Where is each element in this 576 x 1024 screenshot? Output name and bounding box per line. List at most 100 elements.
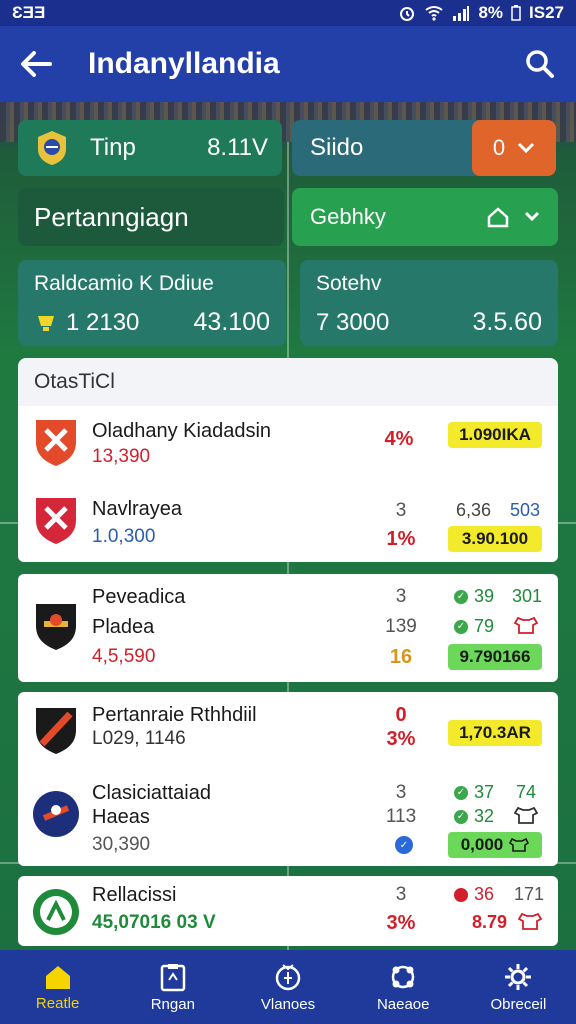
- odds-badge[interactable]: 9.790166: [448, 644, 542, 670]
- stat-right-value: 171: [514, 884, 545, 904]
- percent-value: 4%: [384, 428, 414, 450]
- percent-value: 3%: [386, 728, 416, 750]
- matches-label: Pertanngiagn: [34, 201, 189, 232]
- match-count: 113: [385, 806, 417, 827]
- stat-left-title: Raldcamio K Ddiue: [34, 272, 214, 295]
- page-title: Indanyllandia: [88, 47, 280, 80]
- team-crest-icon: [33, 791, 79, 837]
- jersey-icon: [514, 616, 538, 634]
- nav-medal[interactable]: Vlanoes: [230, 950, 345, 1024]
- home-icon: [45, 965, 70, 989]
- nav-label: Obreceil: [490, 995, 547, 1013]
- status-pill-value: 0: [492, 135, 506, 160]
- matches-card[interactable]: Pertanngiagn: [18, 188, 284, 246]
- list-item[interactable]: Clasiciattaiad Haeas 30,390 3 113 ✓ ✓ 37…: [18, 776, 558, 866]
- jersey-icon: [518, 912, 542, 930]
- list-item[interactable]: Peveadica Pladea 4,5,590 3 139 16 ✓ 39 3…: [18, 574, 558, 682]
- status-card[interactable]: Siido 0: [292, 120, 556, 176]
- match-count: 3: [395, 884, 407, 905]
- nav-label: Vlanoes: [260, 995, 316, 1013]
- check-dot-icon: ✓: [454, 785, 468, 800]
- team-value: L029, 1146: [92, 728, 186, 749]
- odds-value: 0,000: [460, 835, 504, 854]
- stat-green: ✓ 37: [454, 782, 494, 803]
- match-count: 139: [385, 616, 417, 637]
- odds-badge[interactable]: 0,000: [448, 832, 542, 858]
- odds-badge[interactable]: 3.90.100: [448, 526, 542, 552]
- jersey-icon: [514, 806, 538, 824]
- match-panel: Rellacissi 45,07016 03 V 3 3% 36 171 8.7…: [18, 876, 558, 946]
- list-item[interactable]: Rellacissi 45,07016 03 V 3 3% 36 171 8.7…: [18, 876, 558, 946]
- list-item[interactable]: Pertanraie Rthhdiil L029, 1146 0 3% 1,70…: [18, 692, 558, 776]
- status-right: 8% ƖS27: [398, 3, 564, 23]
- team-name-secondary: Haeas: [92, 806, 150, 828]
- tip-card[interactable]: Tinp 8.11V: [18, 120, 282, 176]
- team-name: Oladhany Kiadadsin: [92, 420, 272, 442]
- match-count: 0: [395, 704, 407, 726]
- team-value: 45,07016 03 V: [92, 912, 216, 933]
- team-crest-icon: [36, 604, 76, 650]
- stat-green-value: 37: [474, 782, 495, 802]
- status-left-text: ƐƎƎ: [12, 3, 46, 22]
- jersey-icon: [509, 838, 530, 852]
- bottom-navigation: Reatle Rngan Vlanoes Naeaoe Obreceil: [0, 950, 576, 1024]
- back-button[interactable]: [16, 44, 56, 84]
- dot-icon: [454, 887, 468, 902]
- team-value: 30,390: [92, 834, 151, 855]
- nav-label: Naeaoe: [376, 995, 430, 1013]
- search-icon: [526, 50, 554, 78]
- nav-settings[interactable]: Obreceil: [461, 950, 576, 1024]
- list-header: OtasTiCl: [18, 358, 558, 406]
- filter-dropdown[interactable]: Gebhky: [292, 188, 558, 246]
- extra-value: 6,36: [456, 500, 492, 520]
- stat-red-value: 8.79: [472, 912, 508, 932]
- team-name: Clasiciattaiad: [92, 782, 211, 804]
- team-value: 1.0,300: [92, 526, 156, 547]
- team-name-secondary: Pladea: [92, 616, 155, 638]
- team-crest-icon: [33, 889, 79, 935]
- battery-icon: [511, 5, 521, 21]
- wifi-icon: [424, 5, 444, 21]
- nav-ticket[interactable]: Rngan: [115, 950, 230, 1024]
- list-item[interactable]: Oladhany Kiadadsin 13,390 4% 1.090IKA: [18, 406, 558, 484]
- app-bar: Indanyllandia: [0, 26, 576, 102]
- odds-badge[interactable]: 1.090IKA: [448, 422, 542, 448]
- nav-label: Rngan: [150, 995, 195, 1013]
- tip-label: Tinp: [90, 134, 136, 161]
- stat-green: ✓ 32: [454, 806, 494, 827]
- nav-label: Reatle: [35, 994, 80, 1012]
- alarm-icon: [398, 4, 416, 22]
- group-icon: [391, 965, 415, 988]
- signal-icon: [452, 5, 470, 21]
- team-name: Rellacissi: [92, 884, 177, 906]
- battery-percent: 8%: [478, 3, 504, 22]
- percent-value: 1%: [386, 528, 416, 550]
- odds-badge[interactable]: 1,70.3AR: [448, 720, 542, 746]
- clock: ƖS27: [529, 3, 564, 22]
- stat-left-value-a: 1 2130: [66, 308, 140, 336]
- check-dot-icon: ✓: [454, 809, 468, 824]
- team-crest-icon: [36, 420, 76, 466]
- match-panel: Peveadica Pladea 4,5,590 3 139 16 ✓ 39 3…: [18, 574, 558, 682]
- stat-green-value: 39: [474, 586, 495, 606]
- stat-green-right: 301: [512, 586, 543, 606]
- list-item[interactable]: Navlrayea 1.0,300 3 1% 6,36 503 3.90.100: [18, 484, 558, 562]
- stat-right-title: Sotehv: [316, 272, 382, 295]
- match-panel: Pertanraie Rthhdiil L029, 1146 0 3% 1,70…: [18, 692, 558, 866]
- extra-value: 503: [510, 500, 541, 520]
- search-button[interactable]: [520, 44, 560, 84]
- stat-card-right: Sotehv 7 3000 3.5.60: [300, 260, 558, 346]
- stat-right-value-b: 3.5.60: [472, 308, 542, 336]
- match-count: 3: [395, 586, 407, 607]
- team-crest-icon: [36, 708, 76, 754]
- nav-home[interactable]: Reatle: [0, 950, 115, 1024]
- status-pill[interactable]: 0: [472, 120, 556, 176]
- stat-right-value-a: 7 3000: [316, 308, 390, 336]
- match-count: 3: [395, 500, 407, 521]
- stat-green: ✓ 79: [454, 616, 494, 637]
- settings-icon: [505, 963, 532, 990]
- nav-group[interactable]: Naeaoe: [346, 950, 461, 1024]
- match-count: 3: [395, 782, 407, 803]
- check-dot-icon: ✓: [454, 619, 468, 634]
- stat-green-value: 79: [474, 616, 495, 636]
